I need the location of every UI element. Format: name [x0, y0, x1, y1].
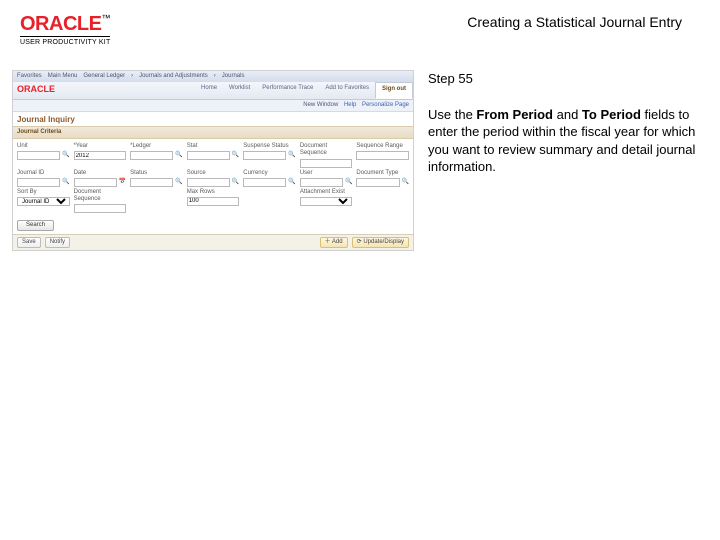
lookup-icon[interactable]: 🔍	[175, 152, 182, 159]
new-window[interactable]: New Window	[303, 102, 338, 108]
seqrange-field[interactable]	[356, 151, 409, 160]
instruction-panel: Step 55 Use the From Period and To Perio…	[428, 70, 700, 251]
sortby-select[interactable]: Journal ID	[17, 197, 70, 206]
year-field[interactable]	[74, 151, 127, 160]
attach-select[interactable]	[300, 197, 353, 206]
tab-signout[interactable]: Sign out	[375, 82, 413, 99]
lookup-icon[interactable]: 🔍	[288, 152, 295, 159]
journalid-field[interactable]	[17, 178, 60, 187]
crumb-journals[interactable]: Journals	[222, 73, 245, 80]
lookup-icon[interactable]: 🔍	[402, 179, 409, 186]
search-button[interactable]: Search	[17, 220, 54, 231]
lbl-docseq2: Document Sequence	[74, 189, 127, 203]
tab-perf[interactable]: Performance Trace	[256, 82, 319, 99]
oracle-logo: ORACLE™	[20, 14, 110, 34]
status-field[interactable]	[130, 178, 173, 187]
brand-tm: ™	[101, 13, 110, 23]
criteria-grid: Unit 🔍 *Year *Ledger 🔍 Stat 🔍 Suspense Stat…	[13, 139, 413, 217]
lbl-user: User	[300, 170, 353, 177]
lookup-icon[interactable]: 🔍	[232, 152, 239, 159]
app-nav: ORACLE Home Worklist Performance Trace A…	[13, 82, 413, 100]
date-field[interactable]	[74, 178, 117, 187]
step-label: Step 55	[428, 70, 700, 88]
lbl-maxrows: Max Rows	[187, 189, 240, 196]
lookup-icon[interactable]: 🔍	[175, 179, 182, 186]
tab-home[interactable]: Home	[195, 82, 223, 99]
notify-button[interactable]: Notify	[45, 237, 70, 248]
lookup-icon[interactable]: 🔍	[288, 179, 295, 186]
instruction-text: Use the From Period and To Period fields…	[428, 106, 700, 176]
currency-field[interactable]	[243, 178, 286, 187]
calendar-icon[interactable]: 📅	[119, 179, 126, 186]
add-button[interactable]: ＋ Add	[320, 237, 348, 248]
lbl-year: *Year	[74, 143, 127, 150]
brand-block: ORACLE™ USER PRODUCTIVITY KIT	[20, 14, 110, 46]
section-bar: Journal Criteria	[13, 126, 413, 139]
lbl-stat: Stat	[187, 143, 240, 150]
refresh-icon: ⟳	[357, 239, 362, 245]
breadcrumb: Favorites Main Menu General Ledger › Jou…	[13, 71, 413, 82]
crumb-gl[interactable]: General Ledger	[83, 73, 125, 80]
lbl-date: Date	[74, 170, 127, 177]
lbl-currency: Currency	[243, 170, 296, 177]
lookup-icon[interactable]: 🔍	[232, 179, 239, 186]
page-title: Journal Inquiry	[13, 112, 413, 126]
suspense-field[interactable]	[243, 151, 286, 160]
update-label: Update/Display	[363, 239, 404, 245]
lookup-icon[interactable]: 🔍	[62, 179, 69, 186]
crumb-main[interactable]: Main Menu	[48, 73, 78, 80]
instr-to-period: To Period	[582, 107, 641, 122]
ledger-field[interactable]	[130, 151, 173, 160]
lbl-source: Source	[187, 170, 240, 177]
stat-field[interactable]	[187, 151, 230, 160]
instr-mid: and	[553, 107, 582, 122]
crumb-favorites[interactable]: Favorites	[17, 73, 42, 80]
lbl-unit: Unit	[17, 143, 70, 150]
crumb-journals-adj[interactable]: Journals and Adjustments	[139, 73, 208, 80]
bottom-bar: Save Notify ＋ Add ⟳ Update/Display	[13, 234, 413, 250]
lbl-jid: Journal ID	[17, 170, 70, 177]
lbl-sort: Sort By	[17, 189, 70, 196]
app-screenshot: Favorites Main Menu General Ledger › Jou…	[12, 70, 414, 251]
personalize-link[interactable]: Personalize Page	[362, 102, 409, 108]
docseq2-field[interactable]	[74, 204, 127, 213]
docseq-field[interactable]	[300, 159, 353, 168]
lbl-doctype: Document Type	[356, 170, 409, 177]
instr-pre: Use the	[428, 107, 476, 122]
save-button[interactable]: Save	[17, 237, 41, 248]
instr-from-period: From Period	[476, 107, 553, 122]
lbl-docseq: Document Sequence	[300, 143, 353, 157]
add-label: Add	[332, 239, 343, 245]
tab-fav[interactable]: Add to Favorites	[319, 82, 375, 99]
page-header: ORACLE™ USER PRODUCTIVITY KIT Creating a…	[0, 0, 720, 50]
lbl-ledger: *Ledger	[130, 143, 183, 150]
product-line: USER PRODUCTIVITY KIT	[20, 36, 110, 46]
lbl-seqrange: Sequence Range	[356, 143, 409, 150]
tab-worklist[interactable]: Worklist	[223, 82, 256, 99]
user-field[interactable]	[300, 178, 343, 187]
source-field[interactable]	[187, 178, 230, 187]
lbl-susp: Suspense Status	[243, 143, 296, 150]
app-oracle-logo: ORACLE	[13, 82, 59, 99]
doctype-field[interactable]	[356, 178, 399, 187]
brand-text: ORACLE	[20, 13, 101, 35]
update-button[interactable]: ⟳ Update/Display	[352, 237, 409, 248]
lookup-icon[interactable]: 🔍	[345, 179, 352, 186]
user-bar: New Window Help Personalize Page	[13, 100, 413, 112]
lbl-attach: Attachment Exist	[300, 189, 353, 196]
lookup-icon[interactable]: 🔍	[62, 152, 69, 159]
lbl-status: Status	[130, 170, 183, 177]
doc-title: Creating a Statistical Journal Entry	[467, 14, 700, 30]
unit-field[interactable]	[17, 151, 60, 160]
help-link[interactable]: Help	[344, 102, 356, 108]
plus-icon: ＋	[325, 239, 331, 245]
maxrows-field[interactable]	[187, 197, 240, 206]
